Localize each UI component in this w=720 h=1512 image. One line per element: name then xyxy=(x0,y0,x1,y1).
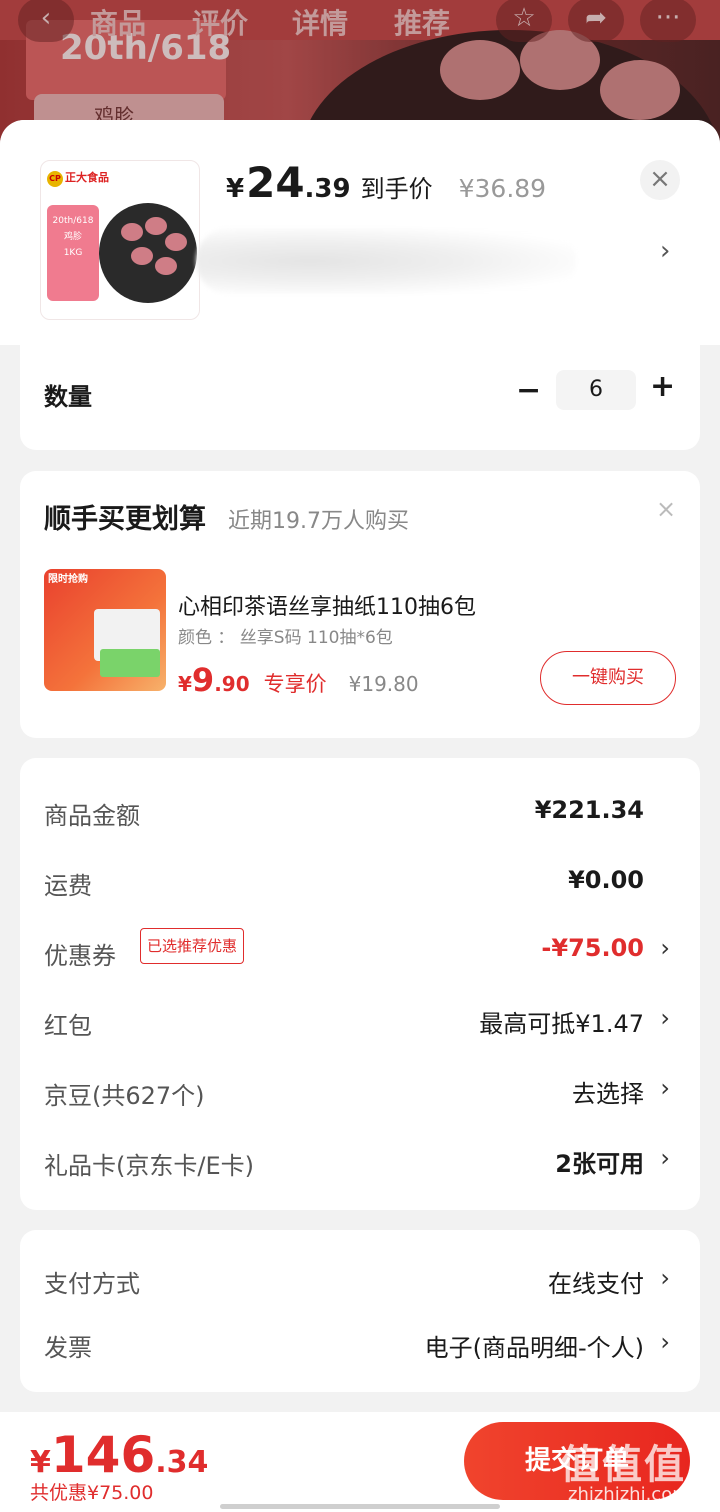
addon-product-image[interactable]: 限时抢购 xyxy=(44,569,166,691)
gift-card-value[interactable]: 2张可用 xyxy=(555,1144,644,1179)
chevron-right-icon[interactable]: › xyxy=(660,1074,670,1102)
coupon-label: 优惠券 xyxy=(44,942,116,970)
price-label: 到手价 xyxy=(360,175,433,203)
chevron-right-icon[interactable]: › xyxy=(660,1004,670,1032)
jd-beans-label: 京豆(共627个) xyxy=(44,1082,205,1110)
chevron-right-icon[interactable]: › xyxy=(660,934,670,962)
order-summary-card: 商品金额 ¥221.34 运费 ¥0.00 优惠券 已选推荐优惠 -¥75.00… xyxy=(20,758,700,1210)
addon-original-price: ¥19.80 xyxy=(348,672,419,696)
addon-price: ¥ 9 .90 专享价 ¥19.80 xyxy=(178,661,419,699)
addon-product-spec: 颜色 ： 丝享S码 110抽*6包 xyxy=(178,628,393,648)
chevron-right-icon[interactable]: › xyxy=(660,1328,670,1356)
close-icon[interactable]: × xyxy=(656,495,676,523)
addon-subtitle: 近期19.7万人购买 xyxy=(228,509,409,534)
addon-title: 顺手买更划算 xyxy=(44,504,206,535)
quantity-input[interactable]: 6 xyxy=(556,370,636,410)
payment-card: 支付方式 在线支付 › 发票 电子(商品明细-个人) › xyxy=(20,1230,700,1392)
product-thumbnail: CP 正大食品 20th/618 鸡胗 1KG xyxy=(40,160,200,320)
addon-product-name[interactable]: 心相印茶语丝享抽纸110抽6包 xyxy=(178,589,476,621)
spec-selector-blurred[interactable] xyxy=(196,228,576,294)
meat-piece xyxy=(155,257,177,275)
invoice-label: 发票 xyxy=(44,1334,92,1362)
shipping-label: 运费 xyxy=(44,872,92,900)
original-price: ¥36.89 xyxy=(458,174,547,203)
meat-piece xyxy=(121,223,143,241)
quantity-decrease-button[interactable]: − xyxy=(516,373,541,408)
coupon-value[interactable]: -¥75.00 xyxy=(541,934,644,962)
quantity-card: 数量 − 6 + xyxy=(20,343,700,450)
product-summary-header: CP 正大食品 20th/618 鸡胗 1KG ¥ 24 .39 到手价 ¥36.… xyxy=(0,120,720,345)
chevron-right-icon[interactable]: › xyxy=(660,1144,670,1172)
watermark-url: zhizhizhi.com xyxy=(568,1484,690,1505)
meat-piece xyxy=(145,217,167,235)
chevron-right-icon[interactable]: › xyxy=(660,236,670,266)
coupon-selected-tag: 已选推荐优惠 xyxy=(140,928,245,964)
goods-amount-label: 商品金额 xyxy=(44,802,140,830)
home-indicator[interactable] xyxy=(220,1504,500,1509)
payment-method-value[interactable]: 在线支付 xyxy=(548,1264,644,1299)
meat-piece xyxy=(131,247,153,265)
tissue-pack xyxy=(100,649,160,677)
total-discount: 共优惠¥75.00 xyxy=(30,1482,154,1504)
red-packet-label: 红包 xyxy=(44,1012,92,1040)
close-button[interactable]: × xyxy=(640,160,680,200)
red-packet-value[interactable]: 最高可抵¥1.47 xyxy=(479,1004,644,1039)
meat-piece xyxy=(165,233,187,251)
addon-recommendation-card: 顺手买更划算 近期19.7万人购买 × 限时抢购 心相印茶语丝享抽纸110抽6包… xyxy=(20,471,700,738)
order-total: ¥ 146 .34 xyxy=(30,1426,209,1484)
chevron-right-icon[interactable]: › xyxy=(660,1264,670,1292)
final-price: ¥ 24 .39 到手价 ¥36.89 xyxy=(226,158,547,207)
one-click-buy-button[interactable]: 一键购买 xyxy=(540,651,676,705)
quantity-increase-button[interactable]: + xyxy=(650,369,675,404)
checkout-sheet: CP 正大食品 20th/618 鸡胗 1KG ¥ 24 .39 到手价 ¥36.… xyxy=(0,120,720,1512)
checkout-bottom-bar: ¥ 146 .34 共优惠¥75.00 提交订单 值值值 zhizhizhi.c… xyxy=(0,1412,720,1512)
jd-beans-value[interactable]: 去选择 xyxy=(572,1074,644,1109)
quantity-label: 数量 xyxy=(44,383,92,411)
invoice-value[interactable]: 电子(商品明细-个人) xyxy=(425,1328,644,1363)
goods-amount-value: ¥221.34 xyxy=(534,796,644,824)
shipping-value: ¥0.00 xyxy=(568,866,644,894)
close-icon: × xyxy=(649,164,671,194)
payment-method-label: 支付方式 xyxy=(44,1270,140,1298)
thumbnail-tag: 20th/618 鸡胗 1KG xyxy=(47,205,99,301)
exclusive-price-label: 专享价 xyxy=(263,672,327,696)
brand-logo: CP 正大食品 xyxy=(47,169,109,187)
gift-card-label: 礼品卡(京东卡/E卡) xyxy=(44,1152,254,1180)
watermark: 值值值 xyxy=(560,1442,686,1488)
